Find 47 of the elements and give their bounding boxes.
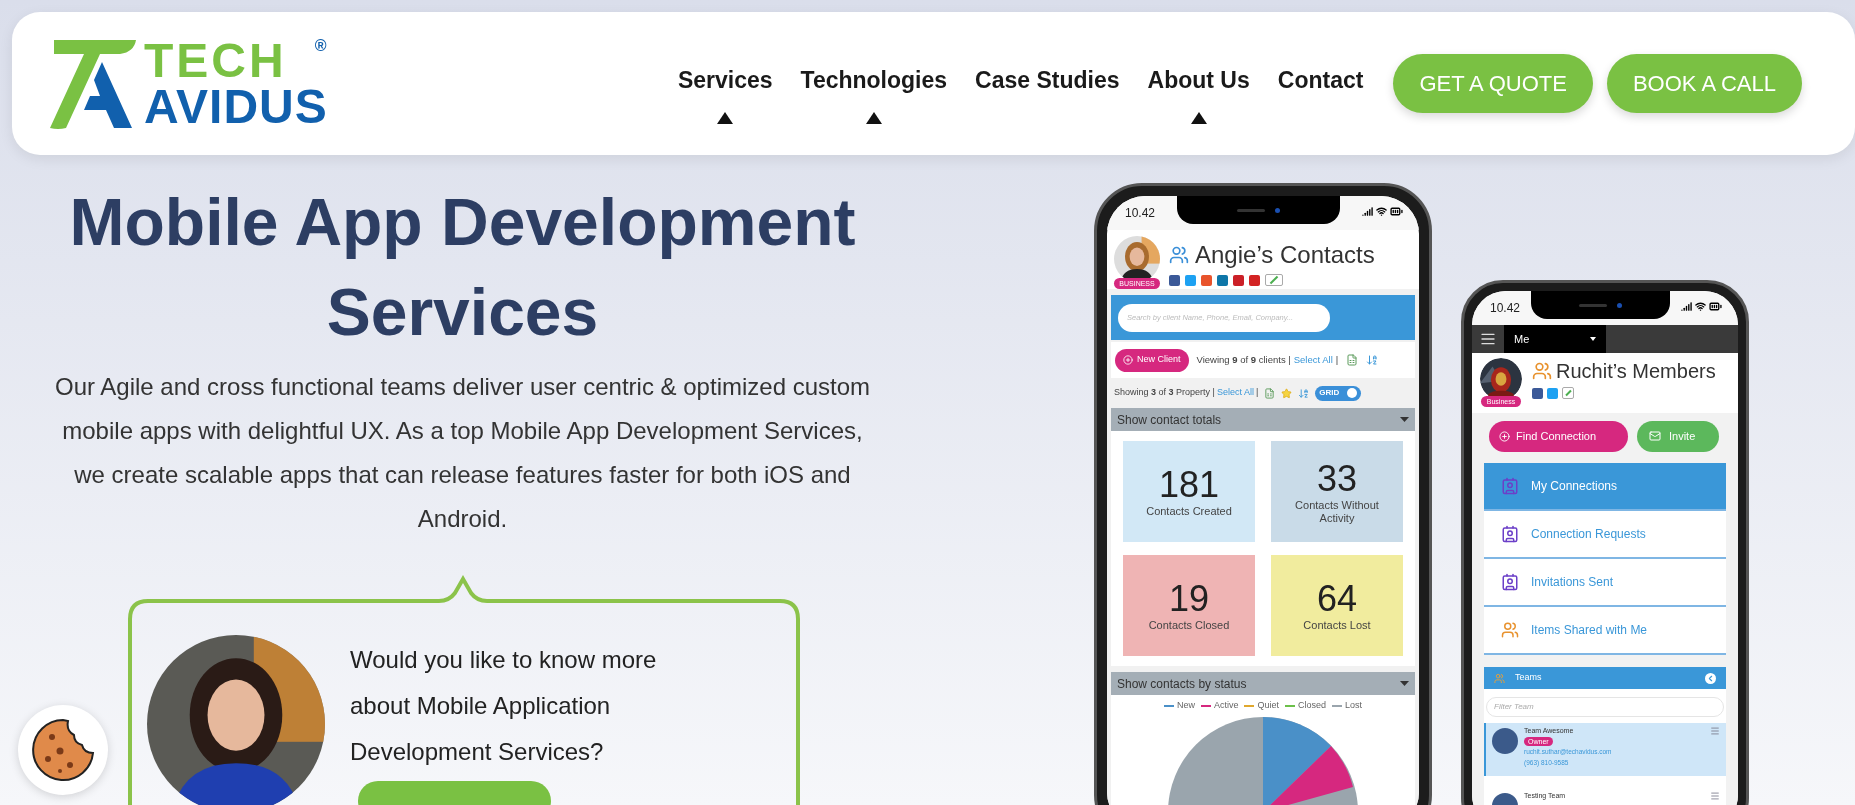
separator: | xyxy=(1335,352,1339,367)
legend-label: Closed xyxy=(1298,699,1326,713)
stat-label: Contacts Without Activity xyxy=(1294,498,1380,525)
section-header[interactable]: Show contacts by status xyxy=(1111,672,1415,695)
registered-mark: ® xyxy=(314,35,327,56)
nav-link[interactable]: Case Studies xyxy=(975,63,1120,98)
stat-label: Contacts Created xyxy=(1145,505,1233,518)
legend-label: Lost xyxy=(1345,699,1363,713)
section-title: Show contacts by status xyxy=(1117,675,1247,693)
nav-link[interactable]: Technologies xyxy=(800,63,948,98)
nav-link[interactable]: About Us xyxy=(1147,63,1250,98)
status-time: 10.42 xyxy=(1124,205,1156,222)
hero-description: Our Agile and cross functional teams deliver user centric & optimized custom mobile apps with delightful UX. As a top Mobile App Development Services, we create scalable apps that can release features faster for both iOS and Android. xyxy=(54,372,871,534)
grid-toggle[interactable]: GRID xyxy=(1315,385,1362,401)
consult-question: Would you like to know more about Mobile Application Development Services? xyxy=(350,645,658,767)
page-title: Angie’s Contacts xyxy=(1195,240,1375,270)
menu-item[interactable]: My Connections xyxy=(1484,463,1726,511)
select-all-link[interactable]: Select All xyxy=(1216,386,1254,400)
logo-text: AVIDUS xyxy=(144,83,328,130)
invite-button[interactable]: Invite xyxy=(1637,420,1719,452)
stat-label: Contacts Lost xyxy=(1302,619,1372,632)
nav-link[interactable]: Services xyxy=(677,63,773,98)
legend-label: New xyxy=(1176,699,1195,713)
teams-title: Teams xyxy=(1515,671,1542,685)
separator: | xyxy=(1255,386,1259,400)
stat-value: 181 xyxy=(1158,465,1220,505)
stat-value: 33 xyxy=(1316,458,1357,499)
legend-label: Active xyxy=(1213,699,1239,713)
teams-header[interactable]: Teams xyxy=(1484,667,1726,689)
viewing-count: Viewing 9 of 9 clients | xyxy=(1196,352,1291,367)
select-all-link[interactable]: Select All xyxy=(1293,352,1333,368)
showing-count: Showing 3 of 3 Property | xyxy=(1114,386,1215,400)
filter-field[interactable]: Filter Team xyxy=(1486,696,1724,717)
account-dropdown[interactable]: Me xyxy=(1504,325,1606,353)
legend-label: Quiet xyxy=(1257,699,1279,713)
new-client-button[interactable]: New Client xyxy=(1115,348,1189,372)
stat-label: Contacts Closed xyxy=(1147,619,1231,632)
logo-text: TECH xyxy=(144,37,287,84)
find-connection-button[interactable]: Find Connection xyxy=(1489,420,1628,452)
page-title: Ruchit’s Members xyxy=(1556,359,1716,384)
nav-link[interactable]: Contact xyxy=(1277,63,1364,98)
section-header[interactable]: Show contact totals xyxy=(1111,408,1415,431)
hero-title: Mobile App Development Services xyxy=(68,184,857,351)
stat-value: 64 xyxy=(1316,579,1357,619)
section-title: Show contact totals xyxy=(1117,411,1222,429)
stat-value: 19 xyxy=(1168,579,1209,619)
status-time: 10.42 xyxy=(1489,300,1521,317)
